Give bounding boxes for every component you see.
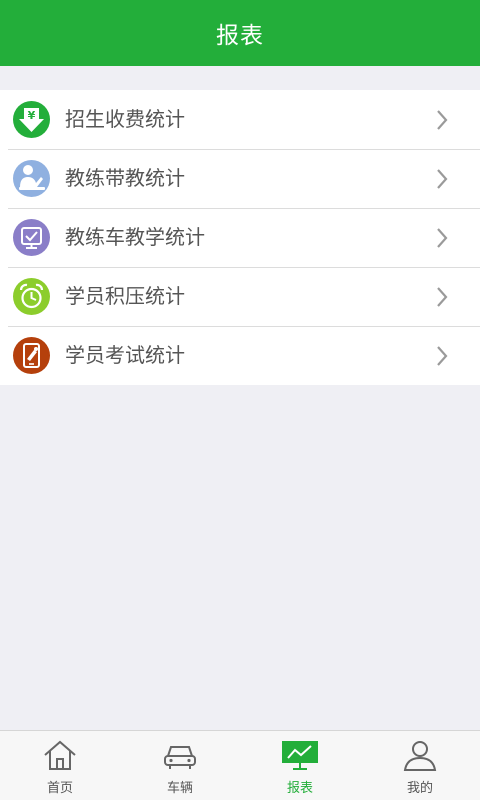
report-list: ¥ 招生收费统计 教练带教统计 教练车教学统计 学员积压统计 学员考试统计	[0, 90, 480, 385]
tab-label: 首页	[46, 781, 73, 796]
tab-mine[interactable]: 我的	[360, 731, 480, 800]
chevron-right-icon	[437, 228, 448, 248]
tab-label: 车辆	[166, 781, 193, 796]
report-item-enrollment-fees[interactable]: ¥ 招生收费统计	[0, 90, 480, 149]
car-icon	[160, 737, 200, 773]
svg-text:¥: ¥	[28, 109, 36, 122]
board-check-icon	[13, 219, 50, 256]
tab-home[interactable]: 首页	[0, 731, 120, 800]
report-item-label: 招生收费统计	[65, 107, 185, 131]
user-icon	[400, 737, 440, 773]
phone-exam-icon	[13, 337, 50, 374]
report-item-label: 学员积压统计	[65, 284, 185, 308]
top-bar: 报表	[0, 0, 480, 66]
report-item-student-exam[interactable]: 学员考试统计	[0, 326, 480, 385]
bottom-tab-bar: 首页 车辆 报表 我的	[0, 730, 480, 800]
report-item-label: 教练带教统计	[65, 166, 185, 190]
tab-reports[interactable]: 报表	[240, 731, 360, 800]
report-item-coach-car-teaching[interactable]: 教练车教学统计	[0, 208, 480, 267]
chevron-right-icon	[437, 346, 448, 366]
tab-label: 我的	[406, 781, 433, 796]
report-item-coach-teaching[interactable]: 教练带教统计	[0, 149, 480, 208]
yen-download-icon: ¥	[13, 101, 50, 138]
chevron-right-icon	[437, 169, 448, 189]
chart-board-icon	[280, 737, 320, 773]
home-icon	[40, 737, 80, 773]
teacher-icon	[13, 160, 50, 197]
chevron-right-icon	[437, 110, 448, 130]
tab-label: 报表	[286, 781, 313, 796]
alarm-clock-icon	[13, 278, 50, 315]
report-item-label: 学员考试统计	[65, 343, 185, 367]
chevron-right-icon	[437, 287, 448, 307]
tab-vehicles[interactable]: 车辆	[120, 731, 240, 800]
page-title: 报表	[216, 23, 264, 49]
report-item-label: 教练车教学统计	[65, 225, 205, 249]
report-item-student-backlog[interactable]: 学员积压统计	[0, 267, 480, 326]
